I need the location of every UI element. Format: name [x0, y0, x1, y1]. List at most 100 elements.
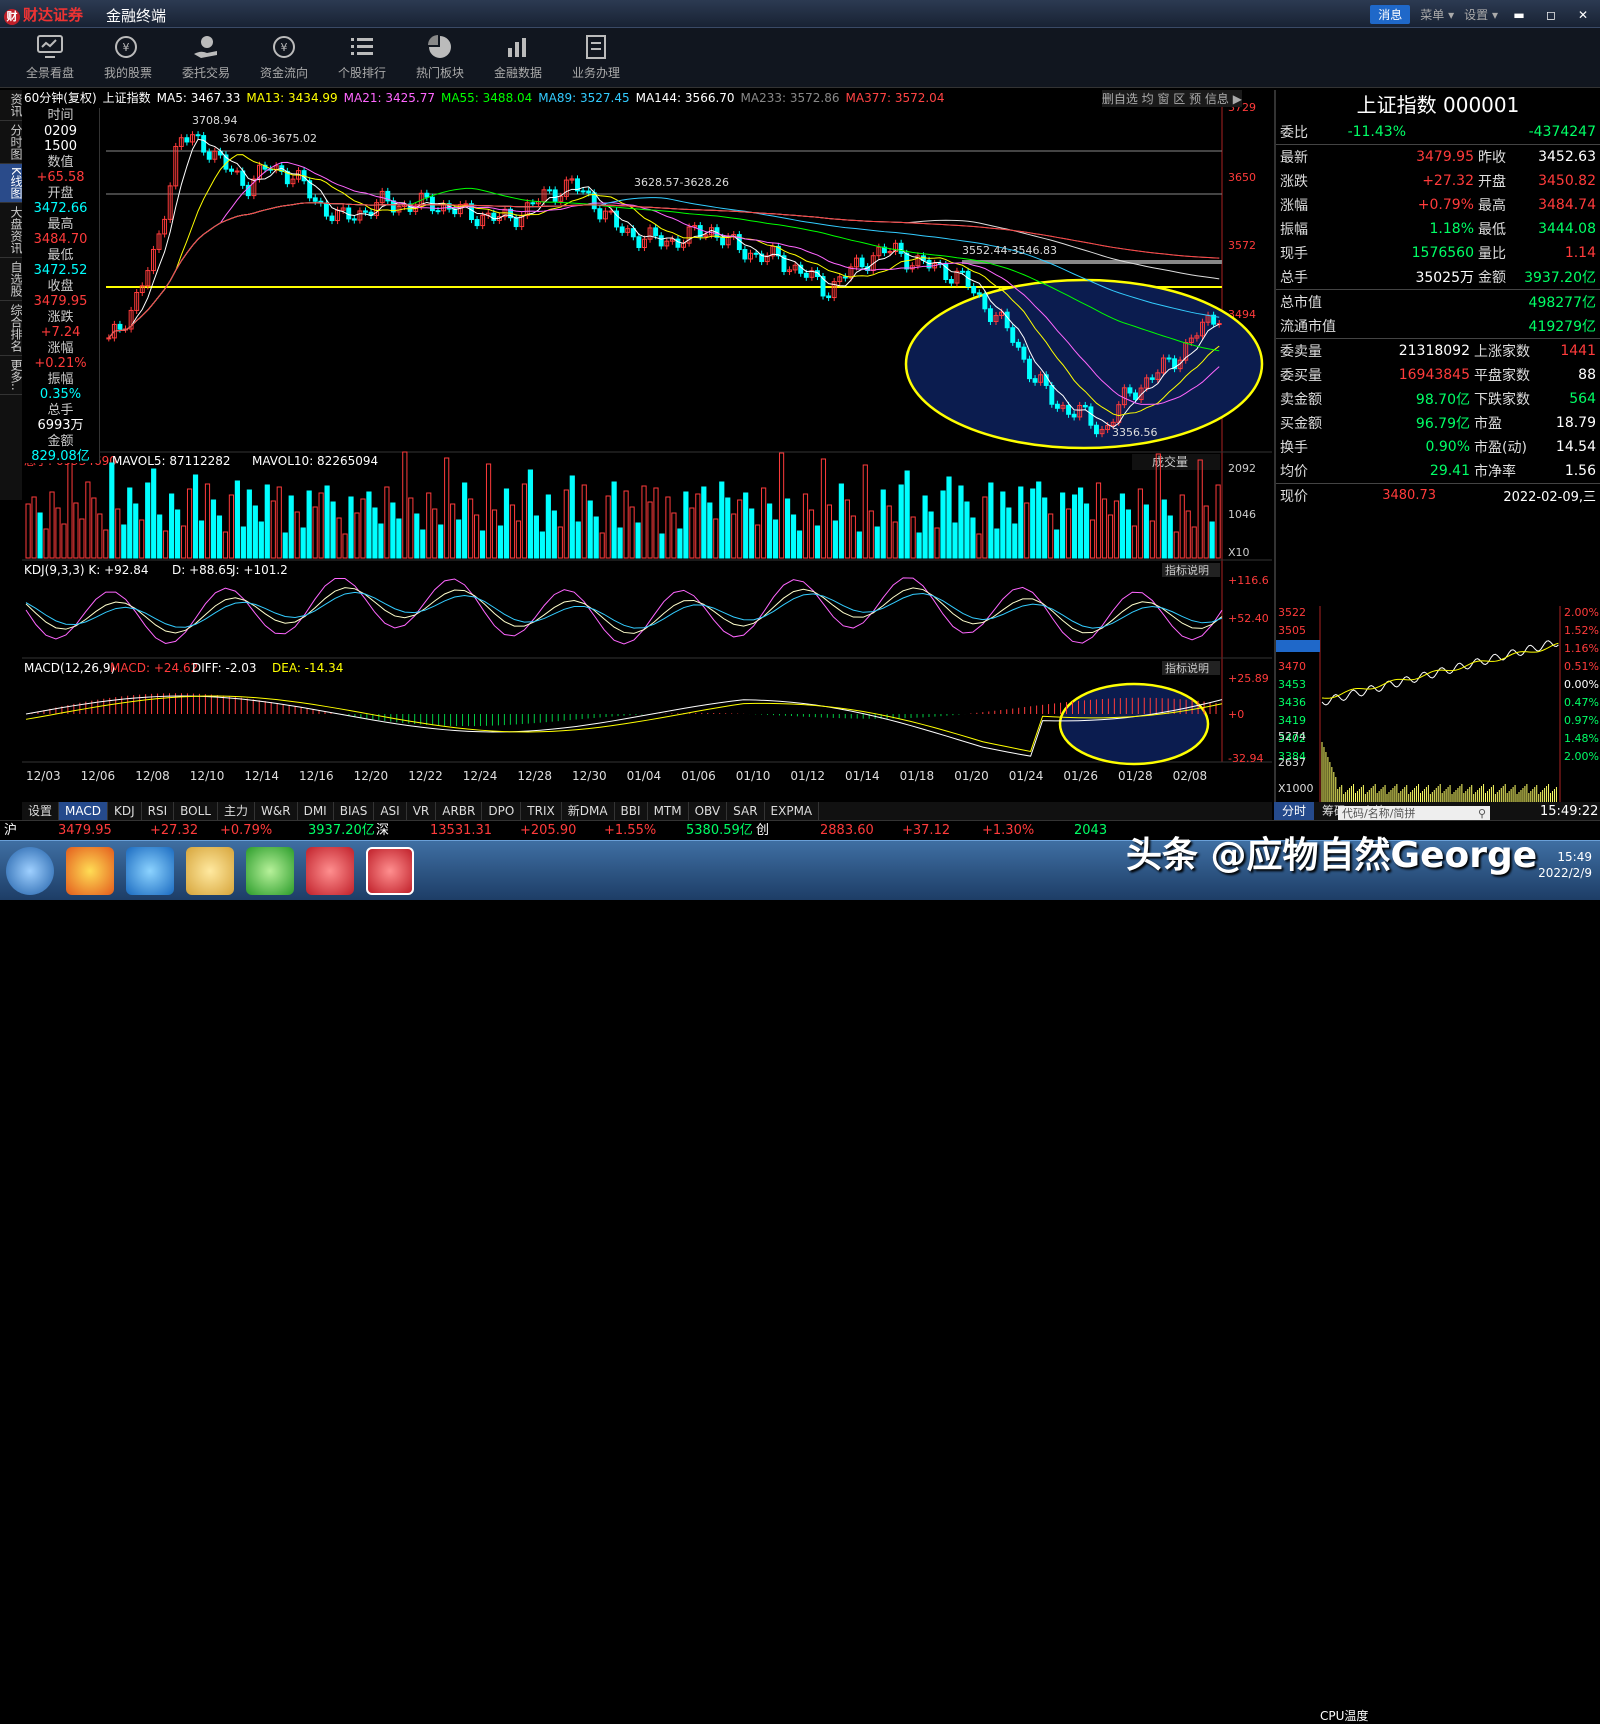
- candle-body: [1032, 378, 1038, 383]
- volume-bar: [946, 476, 952, 559]
- message-button[interactable]: 消息: [1370, 5, 1411, 24]
- indicator-tab[interactable]: OBV: [689, 802, 728, 820]
- volume-bar: [234, 480, 240, 559]
- indicator-tab[interactable]: BBI: [615, 802, 648, 820]
- candle-body: [329, 215, 335, 222]
- ma-label: MA233: 3572.86: [740, 91, 840, 105]
- volume-axis-label: X10: [1228, 546, 1250, 559]
- quote-key: 涨幅: [1280, 198, 1308, 214]
- date-tick-label: 01/18: [900, 769, 935, 783]
- indicator-tab[interactable]: EXPMA: [765, 802, 820, 820]
- volume-bar: [551, 510, 557, 559]
- volume-axis-label: 1046: [1228, 508, 1256, 521]
- indicator-tab[interactable]: ASI: [374, 802, 407, 820]
- app-icon[interactable]: [306, 847, 354, 895]
- mini-right-label: 1.52%: [1564, 624, 1599, 637]
- app-icon[interactable]: [246, 847, 294, 895]
- mini-left-label: 2637: [1278, 756, 1306, 769]
- date-tick-label: 01/26: [1063, 769, 1098, 783]
- volume-bar: [258, 521, 264, 559]
- indicator-tab[interactable]: KDJ: [108, 802, 142, 820]
- kline-chart-area[interactable]: 372936503572349434163708.943678.06-3675.…: [22, 90, 1272, 802]
- indicator-tab[interactable]: 新DMA: [562, 802, 615, 820]
- date-tick-label: 12/22: [408, 769, 443, 783]
- tool-panorama[interactable]: 全景看盘: [14, 34, 86, 81]
- volume-bar: [1036, 481, 1042, 559]
- info-cell: 6993万: [37, 418, 84, 433]
- indicator-tab[interactable]: MACD: [59, 802, 108, 820]
- volume-bar: [1077, 487, 1084, 559]
- mini-left-label: 3505: [1278, 624, 1306, 637]
- info-cell: 收盘: [47, 278, 74, 294]
- side-tab[interactable]: 大盘资讯: [0, 203, 23, 258]
- maximize-button[interactable]: ◻: [1540, 6, 1562, 24]
- side-tab[interactable]: 自选股: [0, 258, 23, 301]
- indicator-tabs: 设置 MACD KDJ RSI BOLL 主力 W&R DMI BIAS ASI VR ARBR DPO…: [22, 802, 1272, 820]
- ma-label: MA13: 3434.99: [246, 91, 338, 105]
- indicator-tab[interactable]: DMI: [298, 802, 334, 820]
- close-button[interactable]: ✕: [1572, 6, 1594, 24]
- indicator-tab[interactable]: VR: [407, 802, 437, 820]
- info-cell: 总手: [47, 402, 74, 418]
- tool-hot-sectors[interactable]: 热门板块: [404, 34, 476, 81]
- side-tab[interactable]: 分时图: [0, 121, 23, 164]
- info-cell: 振幅: [47, 371, 74, 387]
- folder-icon[interactable]: [186, 847, 234, 895]
- volume-bar: [282, 532, 288, 559]
- candle-body: [1082, 404, 1088, 408]
- indicator-tab[interactable]: TRIX: [521, 802, 562, 820]
- side-tab[interactable]: K线图: [0, 164, 23, 203]
- indicator-tab[interactable]: W&R: [255, 802, 298, 820]
- volume-bar: [264, 484, 270, 559]
- indicator-tab[interactable]: ARBR: [436, 802, 483, 820]
- app-icon[interactable]: [66, 847, 114, 895]
- indicator-tab[interactable]: SAR: [727, 802, 765, 820]
- side-tab[interactable]: 资讯: [0, 90, 23, 121]
- tool-trade[interactable]: 委托交易: [170, 34, 242, 81]
- side-tab[interactable]: 更多..: [0, 356, 23, 395]
- side-tab[interactable]: 综合排名: [0, 301, 23, 356]
- indicator-tab[interactable]: 设置: [22, 802, 60, 820]
- quote-row: 总手 35025万 金额 3937.20亿: [1276, 265, 1600, 289]
- volume-bar: [838, 483, 844, 559]
- indicator-tab[interactable]: BIAS: [334, 802, 375, 820]
- volume-bar: [503, 488, 510, 559]
- tool-ranking[interactable]: 个股排行: [326, 34, 398, 81]
- menu-button[interactable]: 菜单 ▾: [1420, 6, 1454, 23]
- indicator-tab[interactable]: BOLL: [174, 802, 218, 820]
- volume-bar: [479, 530, 486, 559]
- candle-body: [547, 189, 553, 192]
- yen-flow-icon: ¥: [273, 36, 295, 58]
- macd-help-label: 指标说明: [1165, 661, 1209, 675]
- date-tick-label: 12/08: [135, 769, 170, 783]
- indicator-tab[interactable]: MTM: [648, 802, 689, 820]
- minimize-button[interactable]: ▬: [1508, 6, 1530, 24]
- candle-body: [1166, 357, 1172, 360]
- settings-button[interactable]: 设置 ▾: [1464, 6, 1498, 23]
- tool-fund-flow[interactable]: ¥ 资金流向: [248, 34, 320, 81]
- tool-finance-data[interactable]: 金融数据: [482, 34, 554, 81]
- current-price: 3480.73: [1382, 488, 1436, 503]
- chart-header-buttons[interactable]: 删自选 均 窗 区 预 信息 ▶: [1101, 90, 1242, 107]
- volume-bar: [169, 493, 175, 559]
- kdj-axis-label: +116.6: [1228, 574, 1269, 587]
- info-cell: 829.08亿: [31, 449, 90, 464]
- cpu-temp-label: CPU温度: [1320, 1709, 1369, 1723]
- start-button[interactable]: [6, 847, 54, 895]
- app-icon[interactable]: [366, 847, 414, 895]
- browser-icon[interactable]: [126, 847, 174, 895]
- quote-row: 最新 3479.95 昨收 3452.63: [1276, 145, 1600, 169]
- indicator-tab[interactable]: RSI: [142, 802, 175, 820]
- tool-my-stocks[interactable]: ¥ 我的股票: [92, 34, 164, 81]
- chevron-down-icon: ▾: [1448, 8, 1455, 22]
- indicator-tab[interactable]: DPO: [482, 802, 522, 820]
- tool-business[interactable]: 业务办理: [560, 34, 632, 81]
- volume-bar: [192, 474, 199, 559]
- mini-tab[interactable]: 分时: [1274, 802, 1315, 820]
- chart-header: 60分钟(复权) 上证指数 MA5: 3467.33 MA13: 3434.99 MA2…: [22, 90, 1272, 106]
- indicator-tab[interactable]: 主力: [218, 802, 256, 820]
- chart-canvas[interactable]: 372936503572349434163708.943678.06-3675.…: [22, 90, 1272, 802]
- watermark: 头条 @应物自然George: [1126, 835, 1538, 876]
- volume-bar: [1083, 503, 1090, 559]
- intraday-mini-chart[interactable]: 3522350534933470345334363419340233845274…: [1276, 606, 1600, 802]
